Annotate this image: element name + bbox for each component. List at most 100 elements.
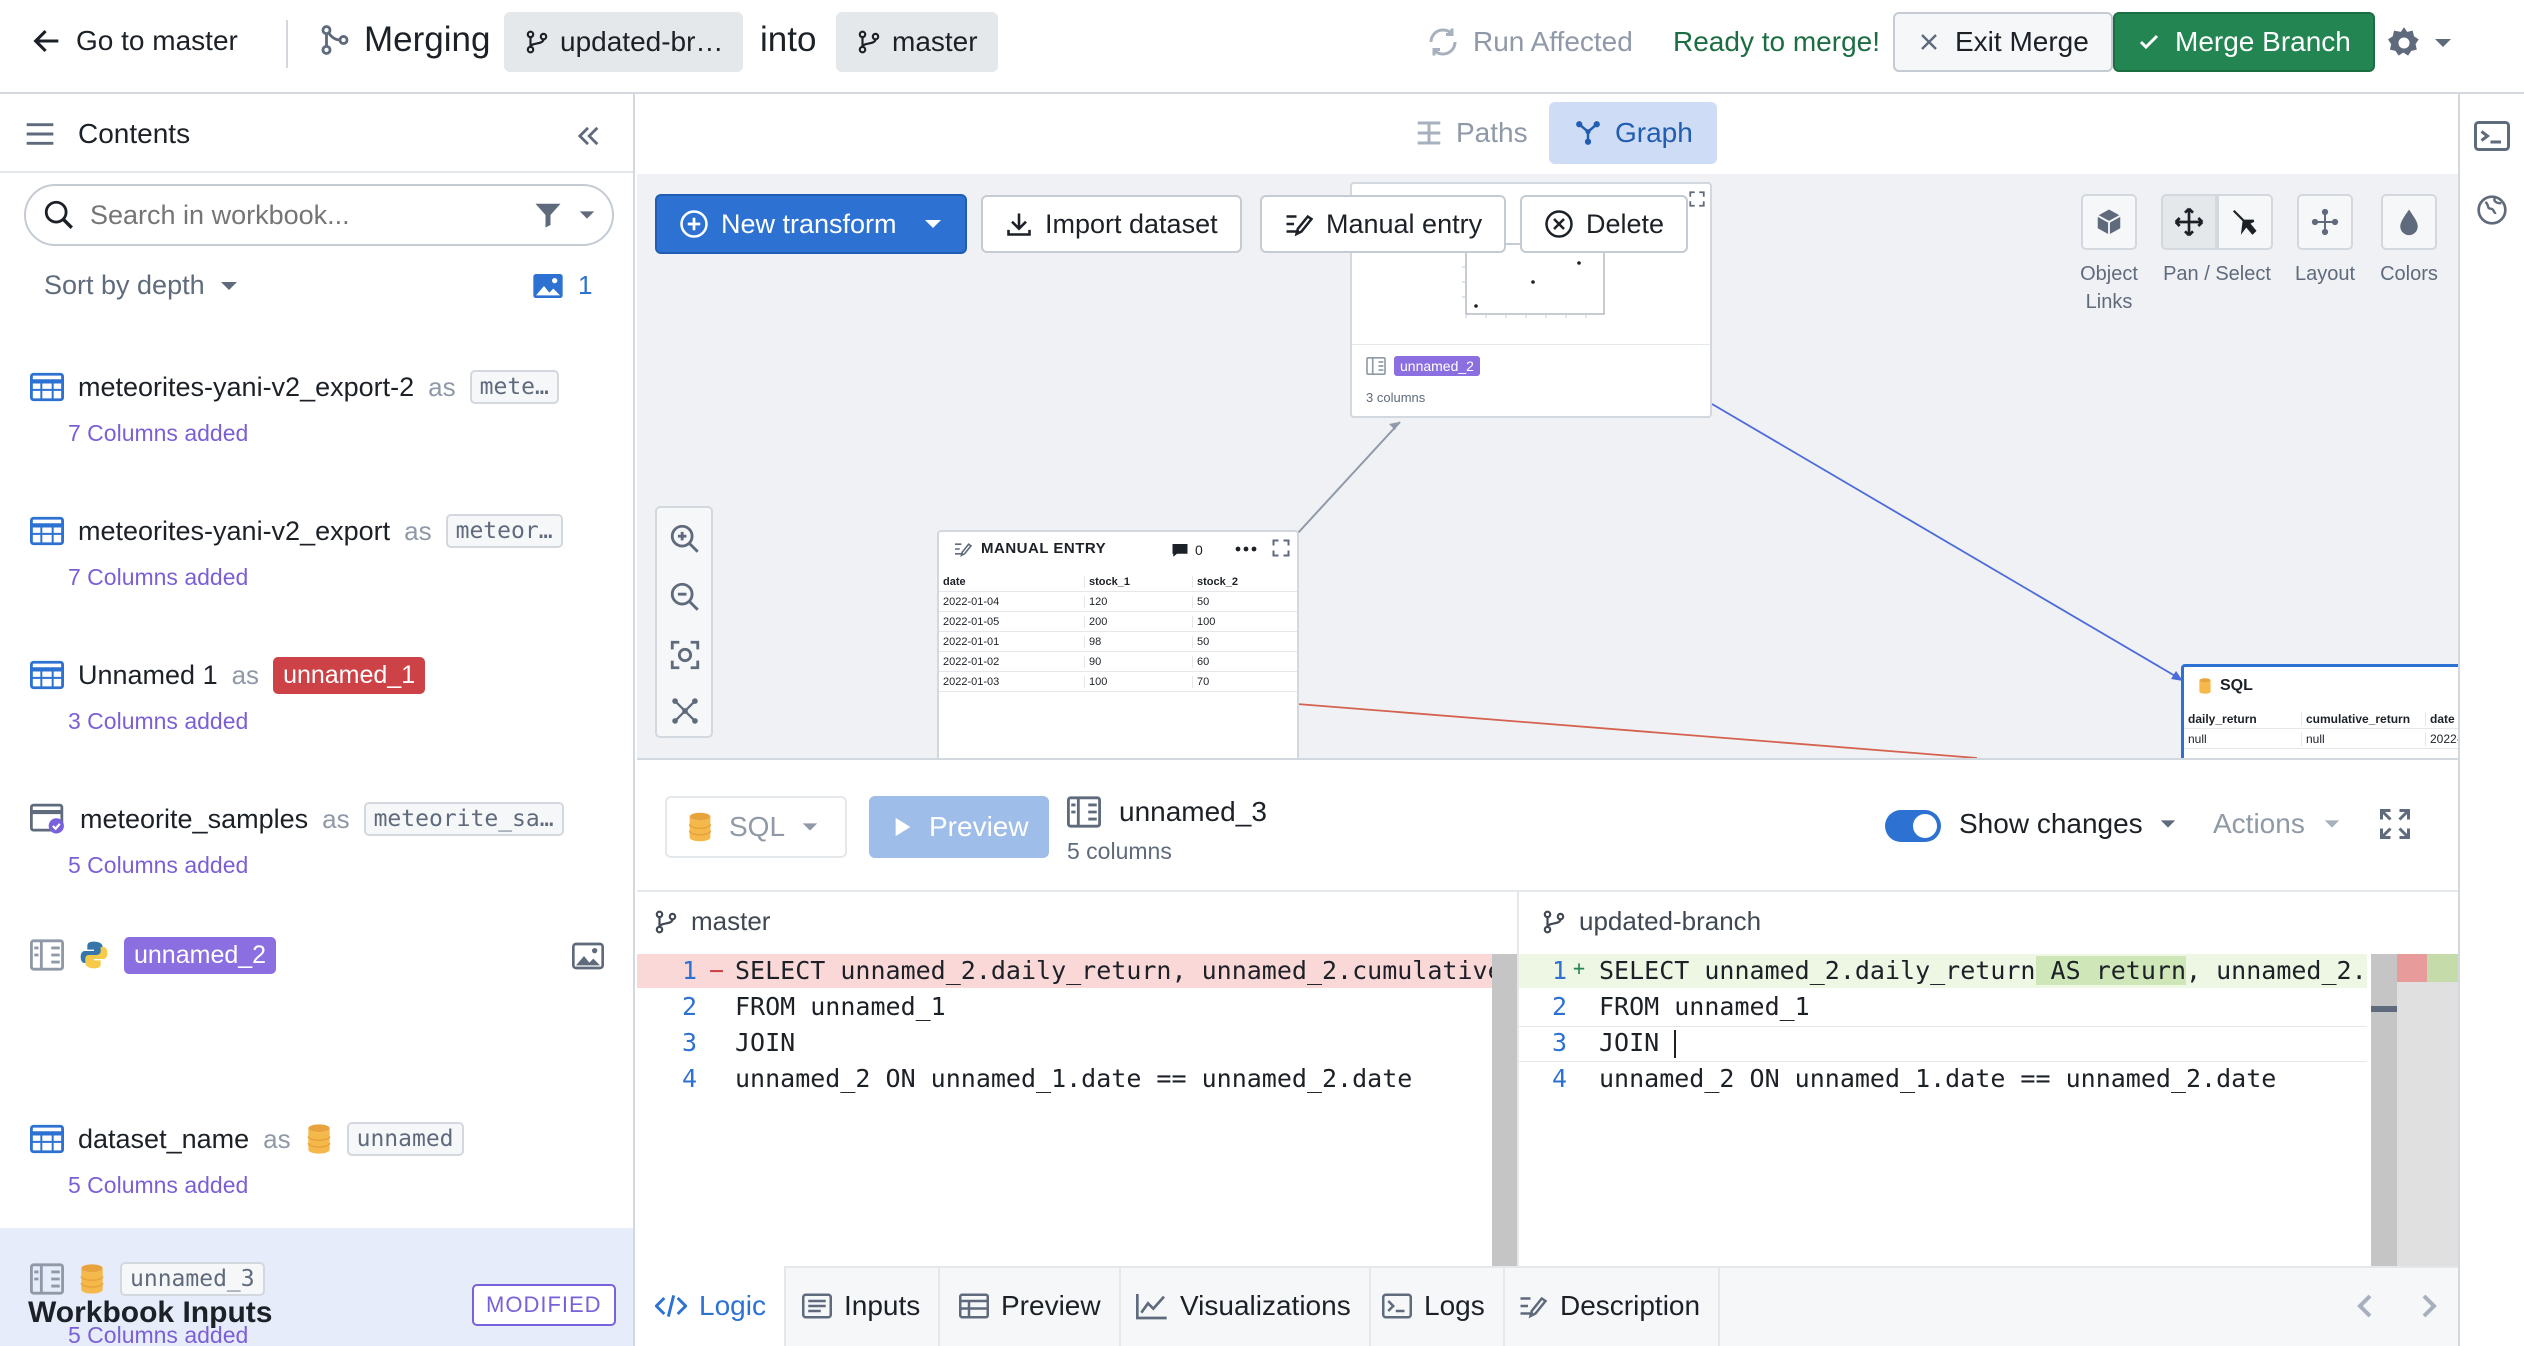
chevron-left-icon[interactable] <box>2356 1294 2376 1318</box>
actions-dropdown[interactable]: Actions <box>2213 808 2341 840</box>
table-icon <box>30 1124 64 1154</box>
node-tag: unnamed_2 <box>1394 356 1480 376</box>
code-icon <box>655 1292 687 1320</box>
item-name: meteorite_samples <box>80 803 309 834</box>
git-branch-icon <box>1541 909 1567 935</box>
more-icon[interactable] <box>1235 544 1257 554</box>
merge-branch-button[interactable]: Merge Branch <box>2113 12 2375 72</box>
workbook-inputs-title: Workbook Inputs <box>28 1296 273 1329</box>
cube-icon <box>2094 207 2124 237</box>
alias-tag: unnamed <box>346 1122 464 1156</box>
run-affected-button[interactable]: Run Affected <box>1425 24 1633 60</box>
globe-icon[interactable] <box>2476 194 2508 226</box>
terminal-icon[interactable] <box>2474 120 2510 152</box>
object-links-tool[interactable] <box>2081 194 2137 250</box>
preview-button[interactable]: Preview <box>869 796 1049 858</box>
caret-down-icon[interactable] <box>578 206 596 224</box>
line-number: 1 <box>1551 956 1567 985</box>
layout-tool[interactable] <box>2297 194 2353 250</box>
menu-icon[interactable] <box>24 120 56 148</box>
image-icon[interactable] <box>572 942 604 970</box>
table-row: 2022-01-02 90 60 <box>939 652 1297 672</box>
sort-dropdown[interactable]: Sort by depth <box>44 270 239 301</box>
fullscreen-icon[interactable] <box>2377 806 2413 842</box>
run-affected-label: Run Affected <box>1473 26 1633 57</box>
filter-icon[interactable] <box>532 200 564 230</box>
divider <box>0 171 633 173</box>
left-scrollbar[interactable] <box>1492 954 1517 1288</box>
contents-title: Contents <box>78 118 191 149</box>
right-code-pane[interactable]: 1 + SELECT unnamed_2.daily_return AS ret… <box>1519 954 2367 1288</box>
comments[interactable]: 0 <box>1171 542 1203 558</box>
list-item[interactable]: meteorites-yani-v2_export-2 as mete… 7 C… <box>0 362 633 492</box>
alias-tag: unnamed_2 <box>124 936 277 974</box>
left-code-pane[interactable]: 1 − SELECT unnamed_2.daily_return, unnam… <box>637 954 1492 1288</box>
node-sql[interactable]: SQL daily_return cumulative_return date nul… <box>2181 664 2458 758</box>
table-header-cell: date <box>2426 712 2458 726</box>
delete-button[interactable]: Delete <box>1520 195 1689 253</box>
language-select[interactable]: SQL <box>665 796 847 858</box>
zoom-out-icon[interactable] <box>668 580 702 614</box>
line-chart-icon <box>1136 1292 1168 1320</box>
code-line: SELECT unnamed_2.daily_return, unnamed_2… <box>735 956 1492 985</box>
tab-visualizations[interactable]: Visualizations <box>1118 1266 1371 1346</box>
pan-tool[interactable] <box>2161 194 2217 250</box>
list-item[interactable]: dataset_name as unnamed 5 Columns added <box>0 1114 633 1244</box>
arrow-left-icon <box>30 24 64 58</box>
tab-description[interactable]: Description <box>1500 1266 1721 1346</box>
alias-tag: mete… <box>469 370 559 404</box>
tab-logs[interactable]: Logs <box>1364 1266 1505 1346</box>
auto-layout-icon[interactable] <box>668 694 702 728</box>
list-item[interactable]: meteorite_samples as meteorite_sa… 5 Col… <box>0 794 633 924</box>
caret-down-icon <box>2323 815 2341 833</box>
import-dataset-button[interactable]: Import dataset <box>981 195 1242 253</box>
chevron-right-icon[interactable] <box>2418 1294 2438 1318</box>
fit-to-screen-icon[interactable] <box>668 638 702 672</box>
colors-tool[interactable] <box>2381 194 2437 250</box>
git-merge-icon <box>318 23 352 57</box>
image-filter[interactable]: 1 <box>532 270 592 301</box>
delete-circle-icon <box>1544 209 1574 239</box>
node-header: MANUAL ENTRY <box>953 540 1106 557</box>
divider <box>286 20 288 68</box>
show-changes-toggle[interactable] <box>1885 810 1941 842</box>
expand-icon[interactable] <box>1688 190 1706 208</box>
list-item[interactable]: Unnamed 1 as unnamed_1 3 Columns added <box>0 650 633 780</box>
manual-entry-button[interactable]: Manual entry <box>1260 195 1507 253</box>
list-item[interactable]: meteorites-yani-v2_export as meteor… 7 C… <box>0 506 633 636</box>
target-branch-label: master <box>892 26 978 57</box>
table-cell: 60 <box>1193 656 1297 668</box>
caret-down-icon <box>801 818 819 836</box>
right-scrollbar[interactable] <box>2371 954 2397 1288</box>
expand-icon[interactable] <box>1271 538 1291 558</box>
refresh-icon <box>1425 24 1461 60</box>
new-transform-button[interactable]: New transform <box>655 194 967 254</box>
go-to-master-button[interactable]: Go to master <box>30 24 238 58</box>
collapse-sidebar-icon[interactable] <box>574 122 602 150</box>
list-item[interactable]: unnamed_2 <box>0 930 633 1010</box>
git-branch-icon <box>653 909 679 935</box>
search-input[interactable] <box>90 199 518 231</box>
node-manual-entry[interactable]: MANUAL ENTRY 0 date stock_1 stock_2 2022-01… <box>937 530 1299 758</box>
show-changes-dropdown[interactable]: Show changes <box>1959 808 2177 840</box>
exit-merge-button[interactable]: Exit Merge <box>1893 12 2113 72</box>
as-label: as <box>428 371 456 402</box>
settings-menu[interactable] <box>2385 24 2453 62</box>
into-label: into <box>760 20 817 59</box>
line-number: 3 <box>1551 1028 1567 1057</box>
tab-preview[interactable]: Preview <box>941 1266 1121 1346</box>
graph-canvas[interactable]: Paths Graph unnamed_2 3 columns New tran <box>637 94 2458 758</box>
table-header-cell: daily_return <box>2184 711 2302 726</box>
layout-icon <box>2310 207 2340 237</box>
tab-inputs[interactable]: Inputs <box>784 1266 941 1346</box>
close-icon <box>1917 30 1941 54</box>
source-branch-pill[interactable]: updated-br… <box>504 12 744 72</box>
toggle-knob <box>1913 814 1937 838</box>
select-tool[interactable] <box>2217 194 2273 250</box>
comment-icon <box>1171 542 1189 558</box>
target-branch-pill[interactable]: master <box>836 12 998 72</box>
tab-logic[interactable]: Logic <box>637 1266 786 1346</box>
zoom-in-icon[interactable] <box>668 522 702 556</box>
table-header-cell: date <box>939 575 1085 588</box>
plus-circle-icon <box>679 209 709 239</box>
